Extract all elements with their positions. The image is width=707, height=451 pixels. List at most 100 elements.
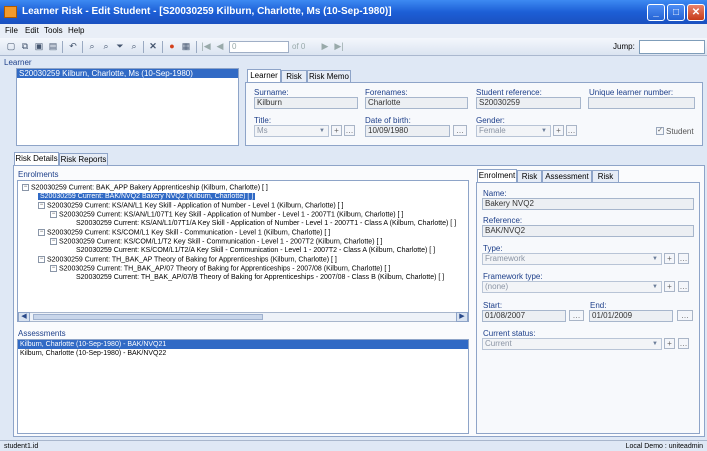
- name-label: Name:: [483, 189, 507, 198]
- collapse-icon[interactable]: −: [22, 184, 29, 191]
- tree-item-label: S20030259 Current: KS/AN/L1/07T1/A Key S…: [76, 220, 457, 227]
- tab-risk-details[interactable]: Risk Details: [14, 152, 59, 165]
- enrolments-horizontal-scrollbar[interactable]: ◀ ▶: [18, 312, 468, 322]
- student-checkbox[interactable]: ✓: [656, 127, 664, 135]
- assessment-item-selected[interactable]: Kilburn, Charlotte (10-Sep-1980) - BAK/N…: [18, 340, 468, 349]
- first-record-icon[interactable]: |◀: [199, 40, 213, 53]
- title-browse-button[interactable]: …: [344, 125, 355, 136]
- tree-item[interactable]: S20030259 Current: TH_BAK_AP/07/B Theory…: [76, 274, 444, 282]
- surname-field[interactable]: Kilburn: [254, 97, 358, 109]
- collapse-icon[interactable]: −: [50, 265, 57, 272]
- dob-picker-button[interactable]: …: [453, 125, 467, 136]
- tree-item[interactable]: S20030259 Current: KS/COM/L1/T2/A Key Sk…: [76, 247, 435, 255]
- end-date-field[interactable]: 01/01/2009: [589, 310, 673, 322]
- tab-learner[interactable]: Learner: [247, 69, 281, 82]
- tree-item[interactable]: − S20030259 Current: TH_BAK_AP/07 Theory …: [50, 265, 390, 273]
- collapse-icon[interactable]: −: [38, 229, 45, 236]
- tree-item-label: S20030259 Current: KS/AN/L1/07T1 Key Ski…: [59, 211, 404, 219]
- type-label: Type:: [483, 244, 503, 253]
- uln-field[interactable]: [588, 97, 695, 109]
- gender-dropdown[interactable]: Female ▼: [476, 125, 551, 137]
- type-dropdown[interactable]: Framework ▼: [482, 253, 662, 265]
- new-icon[interactable]: ▢: [4, 40, 18, 53]
- tab-assessment[interactable]: Assessment: [542, 170, 592, 182]
- student-checkbox-label: Student: [666, 127, 694, 136]
- learner-list[interactable]: S20030259 Kilburn, Charlotte, Ms (10-Sep…: [16, 68, 239, 146]
- tree-item[interactable]: − S20030259 Current: KS/AN/L1 Key Skill -…: [38, 202, 343, 210]
- gender-add-button[interactable]: +: [553, 125, 564, 136]
- assessments-list[interactable]: Kilburn, Charlotte (10-Sep-1980) - BAK/N…: [17, 339, 469, 434]
- title-bar: Learner Risk - Edit Student - [S20030259…: [0, 0, 707, 24]
- menu-edit[interactable]: Edit: [25, 24, 39, 38]
- forenames-field[interactable]: Charlotte: [365, 97, 468, 109]
- collapse-icon[interactable]: −: [50, 211, 57, 218]
- name-field[interactable]: Bakery NVQ2: [482, 198, 694, 210]
- filter-icon[interactable]: ⏷: [113, 40, 127, 53]
- title-add-button[interactable]: +: [331, 125, 342, 136]
- collapse-icon[interactable]: −: [38, 256, 45, 263]
- gender-label: Gender:: [476, 116, 505, 125]
- menu-tools[interactable]: Tools: [44, 24, 63, 38]
- tab-assessment-risk[interactable]: Risk: [592, 170, 619, 182]
- tab-risk-reports[interactable]: Risk Reports: [59, 153, 108, 165]
- status-add-button[interactable]: +: [664, 338, 675, 349]
- chevron-down-icon: ▼: [652, 341, 658, 347]
- scrollbar-thumb[interactable]: [33, 314, 263, 320]
- scroll-left-icon[interactable]: ◀: [18, 312, 30, 322]
- current-status-dropdown[interactable]: Current ▼: [482, 338, 662, 350]
- student-reference-field[interactable]: S20030259: [476, 97, 581, 109]
- copy-icon[interactable]: ⧉: [18, 40, 32, 53]
- minimize-button[interactable]: _: [647, 4, 665, 21]
- tree-item[interactable]: − S20030259 Current: KS/COM/L1/T2 Key Ski…: [50, 238, 382, 246]
- tree-item[interactable]: − S20030259 Current: KS/COM/L1 Key Skill …: [38, 229, 330, 237]
- dob-field[interactable]: 10/09/1980: [365, 125, 450, 137]
- title-dropdown[interactable]: Ms ▼: [254, 125, 329, 137]
- collapse-icon[interactable]: −: [50, 238, 57, 245]
- tree-item-selected[interactable]: S20030259 Current: BAK/NVQ2 Bakery NVQ2 …: [38, 193, 256, 201]
- close-button[interactable]: ✕: [687, 4, 705, 21]
- tree-item[interactable]: S20030259 Current: KS/AN/L1/07T1/A Key S…: [76, 220, 456, 228]
- menu-file[interactable]: File: [5, 24, 18, 38]
- clear-filter-icon[interactable]: ⌕: [127, 40, 141, 53]
- framework-add-button[interactable]: +: [664, 281, 675, 292]
- delete-icon[interactable]: ✕: [146, 40, 160, 53]
- assessment-item[interactable]: Kilburn, Charlotte (10-Sep-1980) - BAK/N…: [18, 349, 468, 358]
- tree-item-label: S20030259 Current: BAK/NVQ2 Bakery NVQ2 …: [38, 193, 256, 200]
- tab-enrolment[interactable]: Enrolment: [477, 169, 517, 182]
- end-date-picker-button[interactable]: …: [677, 310, 693, 321]
- tab-detail-risk[interactable]: Risk: [517, 170, 542, 182]
- last-record-icon[interactable]: ▶|: [332, 40, 346, 53]
- jump-input[interactable]: [639, 40, 705, 54]
- reference-label: Reference:: [483, 216, 523, 225]
- undo-icon[interactable]: ↶: [66, 40, 80, 53]
- maximize-button[interactable]: □: [667, 4, 685, 21]
- tab-risk[interactable]: Risk: [281, 70, 307, 82]
- tree-item[interactable]: − S20030259 Current: TH_BAK_AP Theory of …: [38, 256, 337, 264]
- start-date-field[interactable]: 01/08/2007: [482, 310, 566, 322]
- tree-item[interactable]: − S20030259 Current: KS/AN/L1/07T1 Key Sk…: [50, 211, 403, 219]
- find-next-icon[interactable]: ⌕: [99, 40, 113, 53]
- scroll-right-icon[interactable]: ▶: [456, 312, 468, 322]
- current-status-value: Current: [485, 339, 512, 348]
- report-icon[interactable]: ▦: [179, 40, 193, 53]
- tree-item[interactable]: − S20030259 Current: BAK_APP Bakery Appre…: [22, 184, 268, 192]
- start-date-picker-button[interactable]: …: [569, 310, 584, 321]
- record-number-field[interactable]: 0: [229, 41, 289, 53]
- stop-icon[interactable]: ●: [165, 40, 179, 53]
- find-icon[interactable]: ⌕: [85, 40, 99, 53]
- learner-list-item[interactable]: S20030259 Kilburn, Charlotte, Ms (10-Sep…: [17, 69, 238, 78]
- reference-field[interactable]: BAK/NVQ2: [482, 225, 694, 237]
- menu-help[interactable]: Help: [68, 24, 84, 38]
- save-all-icon[interactable]: ▤: [46, 40, 60, 53]
- type-add-button[interactable]: +: [664, 253, 675, 264]
- framework-browse-button[interactable]: …: [678, 281, 689, 292]
- collapse-icon[interactable]: −: [38, 202, 45, 209]
- framework-type-dropdown[interactable]: (none) ▼: [482, 281, 662, 293]
- next-record-icon[interactable]: ▶: [318, 40, 332, 53]
- prev-record-icon[interactable]: ◀: [213, 40, 227, 53]
- save-icon[interactable]: ▣: [32, 40, 46, 53]
- tab-risk-memo[interactable]: Risk Memo: [307, 70, 351, 82]
- status-browse-button[interactable]: …: [678, 338, 689, 349]
- type-browse-button[interactable]: …: [678, 253, 689, 264]
- gender-browse-button[interactable]: …: [566, 125, 577, 136]
